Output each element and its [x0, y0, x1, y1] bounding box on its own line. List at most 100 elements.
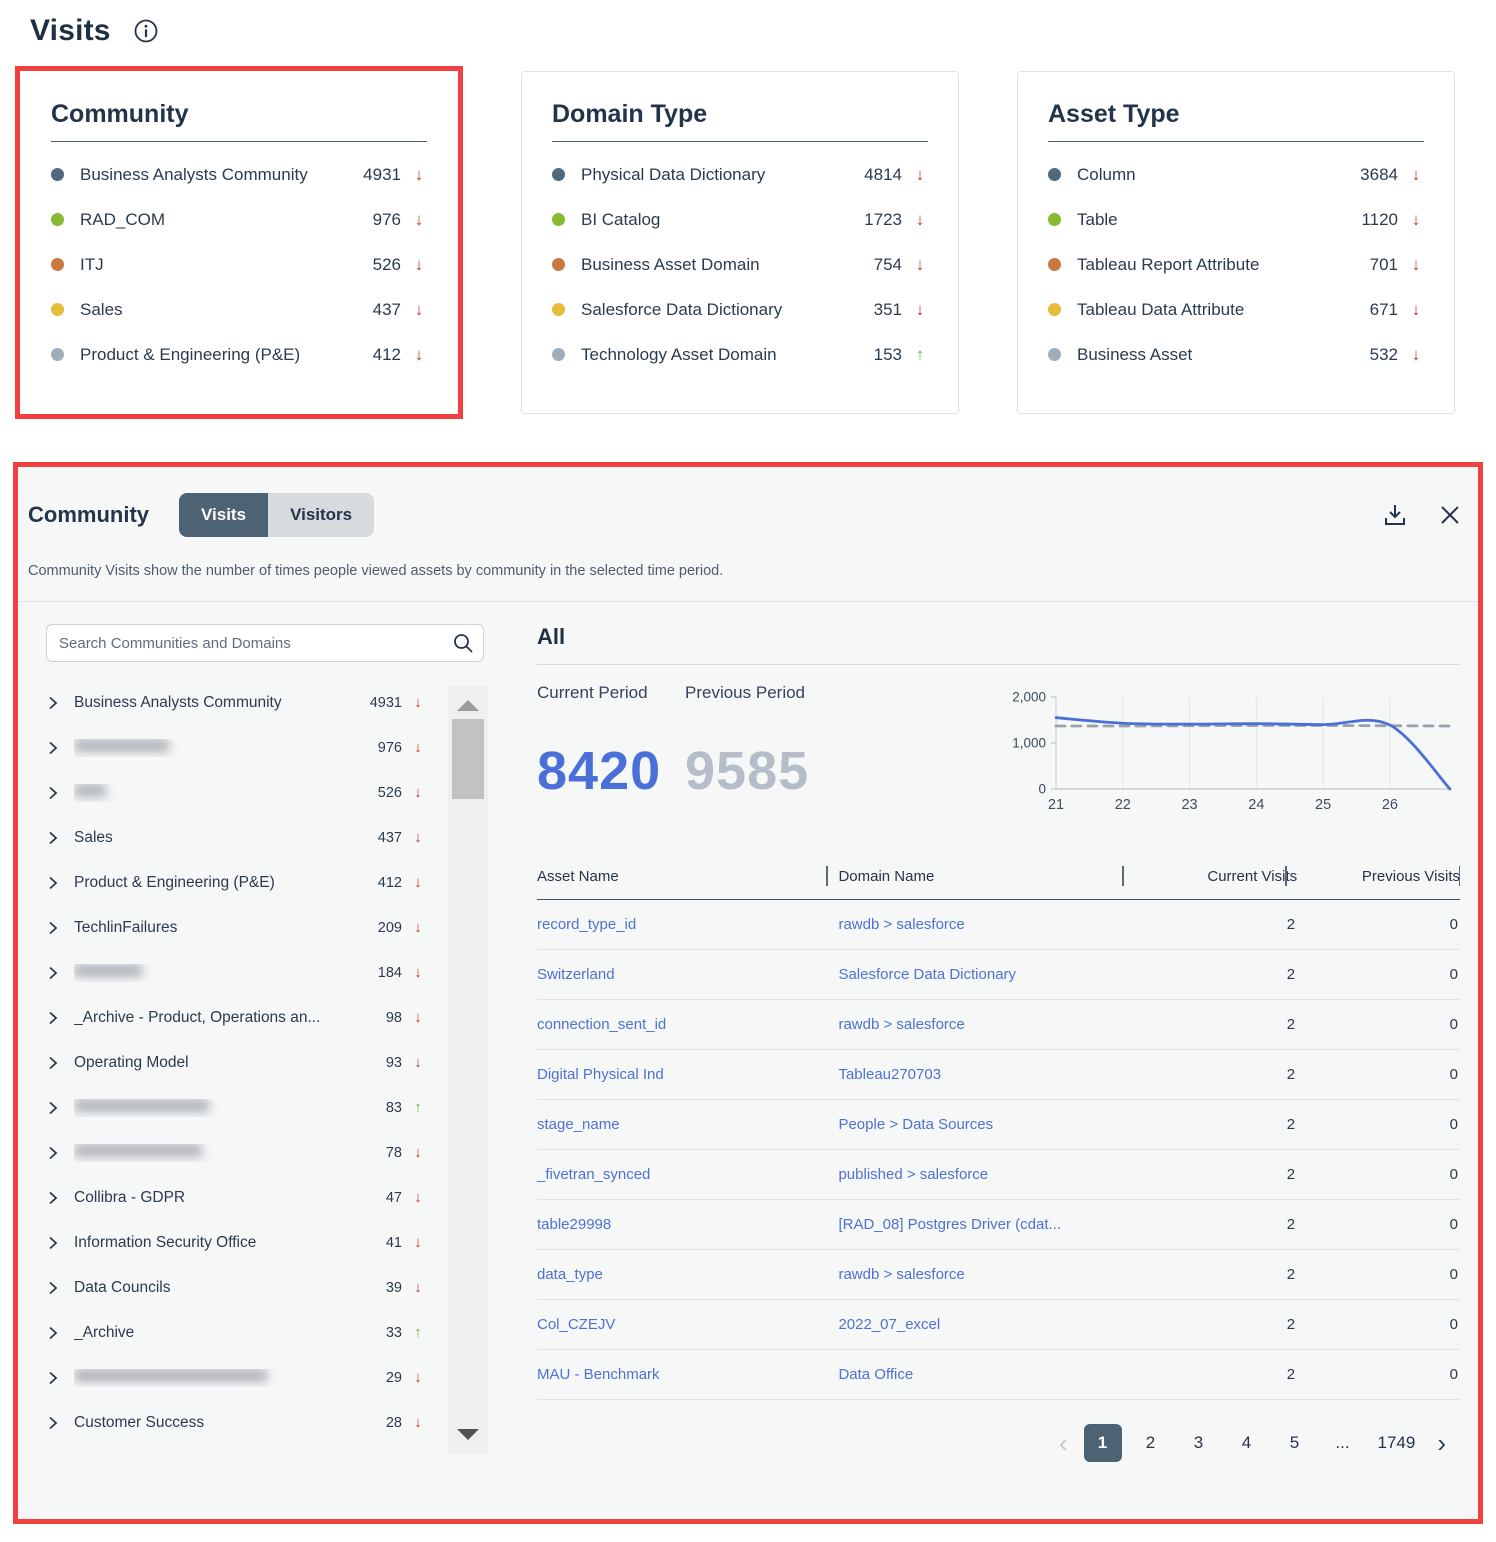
- column-header-current-visits[interactable]: Current Visits: [1134, 858, 1297, 900]
- community-list-item[interactable]: _Archive33↑: [46, 1310, 484, 1355]
- chevron-right-icon[interactable]: [46, 1190, 66, 1206]
- previous-visits-value: 0: [1297, 1050, 1460, 1100]
- page-button-1[interactable]: 1: [1084, 1424, 1122, 1462]
- community-list-item[interactable]: 83↑: [46, 1085, 484, 1130]
- asset-name-link[interactable]: connection_sent_id: [537, 1000, 838, 1050]
- chevron-right-icon[interactable]: [46, 1415, 66, 1431]
- trend-down-arrow: ↓: [1408, 210, 1424, 230]
- scrollbar-up-arrow[interactable]: [457, 700, 479, 711]
- trend-down-arrow: ↓: [410, 1369, 426, 1386]
- search-icon[interactable]: [452, 632, 474, 659]
- legend-dot: [1048, 303, 1061, 316]
- previous-visits-value: 0: [1297, 1200, 1460, 1250]
- column-header-previous-visits[interactable]: Previous Visits: [1297, 858, 1460, 900]
- domain-name-link[interactable]: [RAD_08] Postgres Driver (cdat...: [838, 1200, 1134, 1250]
- domain-name-link[interactable]: rawdb > salesforce: [838, 1250, 1134, 1300]
- chevron-right-icon[interactable]: [46, 1055, 66, 1071]
- domain-name-link[interactable]: Data Office: [838, 1350, 1134, 1400]
- column-header-asset-name[interactable]: Asset Name: [537, 858, 838, 900]
- chevron-right-icon[interactable]: [46, 920, 66, 936]
- page-button-1749[interactable]: 1749: [1372, 1424, 1422, 1462]
- community-visits-count: 412: [364, 875, 402, 891]
- page-button-5[interactable]: 5: [1276, 1424, 1314, 1462]
- chevron-right-icon[interactable]: [46, 1370, 66, 1386]
- community-list-item[interactable]: Information Security Office41↓: [46, 1220, 484, 1265]
- column-header-domain-name[interactable]: Domain Name: [838, 858, 1134, 900]
- asset-name-link[interactable]: Switzerland: [537, 950, 838, 1000]
- tab-visitors[interactable]: Visitors: [268, 493, 374, 537]
- community-list-item[interactable]: Operating Model93↓: [46, 1040, 484, 1085]
- chevron-right-icon[interactable]: [46, 1010, 66, 1026]
- chevron-right-icon[interactable]: [46, 1325, 66, 1341]
- search-input[interactable]: [46, 624, 484, 662]
- chevron-right-icon[interactable]: [46, 1235, 66, 1251]
- domain-name-link[interactable]: rawdb > salesforce: [838, 900, 1134, 950]
- community-list-item[interactable]: 526↓: [46, 770, 484, 815]
- chevron-right-icon[interactable]: [46, 1280, 66, 1296]
- info-icon[interactable]: [133, 18, 159, 44]
- chevron-right-icon[interactable]: [46, 830, 66, 846]
- community-list-item[interactable]: 184↓: [46, 950, 484, 995]
- legend-dot: [51, 168, 64, 181]
- domain-name-link[interactable]: published > salesforce: [838, 1150, 1134, 1200]
- community-label: TechlinFailures: [74, 919, 364, 937]
- current-period-value: 8420: [537, 740, 685, 831]
- community-list-item[interactable]: _Archive - Product, Operations an...98↓: [46, 995, 484, 1040]
- scrollbar[interactable]: [448, 686, 488, 1454]
- page-button-4[interactable]: 4: [1228, 1424, 1266, 1462]
- card-item-value: 526: [349, 255, 401, 275]
- chevron-right-icon[interactable]: [46, 740, 66, 756]
- community-visits-count: 41: [364, 1235, 402, 1251]
- community-list-item[interactable]: Sales437↓: [46, 815, 484, 860]
- tab-visits[interactable]: Visits: [179, 493, 268, 537]
- card-items: Business Analysts Community4931↓RAD_COM9…: [51, 152, 427, 377]
- domain-name-link[interactable]: rawdb > salesforce: [838, 1000, 1134, 1050]
- scrollbar-down-arrow[interactable]: [457, 1429, 479, 1440]
- trend-down-arrow: ↓: [410, 694, 426, 711]
- next-page-button[interactable]: ›: [1431, 1430, 1452, 1456]
- domain-name-link[interactable]: Salesforce Data Dictionary: [838, 950, 1134, 1000]
- domain-name-link[interactable]: People > Data Sources: [838, 1100, 1134, 1150]
- previous-visits-value: 0: [1297, 1350, 1460, 1400]
- assets-table: Asset NameDomain NameCurrent VisitsPrevi…: [537, 858, 1460, 1400]
- community-list-item[interactable]: Business Analysts Community4931↓: [46, 680, 484, 725]
- legend-dot: [1048, 168, 1061, 181]
- asset-name-link[interactable]: stage_name: [537, 1100, 838, 1150]
- community-visits-count: 28: [364, 1415, 402, 1431]
- community-list-item[interactable]: 78↓: [46, 1130, 484, 1175]
- chevron-right-icon[interactable]: [46, 1100, 66, 1116]
- community-list-item[interactable]: TechlinFailures209↓: [46, 905, 484, 950]
- chevron-right-icon[interactable]: [46, 875, 66, 891]
- community-list-item[interactable]: 29↓: [46, 1355, 484, 1400]
- domain-name-link[interactable]: 2022_07_excel: [838, 1300, 1134, 1350]
- community-label: Sales: [74, 829, 364, 847]
- close-icon[interactable]: [1438, 503, 1462, 527]
- download-icon[interactable]: [1382, 502, 1408, 528]
- asset-name-link[interactable]: Col_CZEJV: [537, 1300, 838, 1350]
- page-button-3[interactable]: 3: [1180, 1424, 1218, 1462]
- community-list-item[interactable]: 976↓: [46, 725, 484, 770]
- legend-dot: [552, 303, 565, 316]
- card-item: Table1120↓: [1048, 197, 1424, 242]
- domain-name-link[interactable]: Tableau270703: [838, 1050, 1134, 1100]
- scrollbar-thumb[interactable]: [452, 719, 484, 799]
- community-list-item[interactable]: Data Councils39↓: [46, 1265, 484, 1310]
- annotation-box: CommunityBusiness Analysts Community4931…: [15, 66, 463, 419]
- asset-name-link[interactable]: _fivetran_synced: [537, 1150, 838, 1200]
- asset-name-link[interactable]: MAU - Benchmark: [537, 1350, 838, 1400]
- page-button-2[interactable]: 2: [1132, 1424, 1170, 1462]
- chevron-right-icon[interactable]: [46, 965, 66, 981]
- chevron-right-icon[interactable]: [46, 1145, 66, 1161]
- asset-name-link[interactable]: record_type_id: [537, 900, 838, 950]
- current-period-label: Current Period: [537, 683, 685, 732]
- asset-name-link[interactable]: data_type: [537, 1250, 838, 1300]
- community-list-item[interactable]: Product & Engineering (P&E)412↓: [46, 860, 484, 905]
- chevron-right-icon[interactable]: [46, 785, 66, 801]
- community-list-item[interactable]: Collibra - GDPR47↓: [46, 1175, 484, 1220]
- asset-name-link[interactable]: table29998: [537, 1200, 838, 1250]
- trend-down-arrow: ↓: [410, 1054, 426, 1071]
- community-list-item[interactable]: Customer Success28↓: [46, 1400, 484, 1445]
- chevron-right-icon[interactable]: [46, 695, 66, 711]
- trend-down-arrow: ↓: [912, 255, 928, 275]
- asset-name-link[interactable]: Digital Physical Ind: [537, 1050, 838, 1100]
